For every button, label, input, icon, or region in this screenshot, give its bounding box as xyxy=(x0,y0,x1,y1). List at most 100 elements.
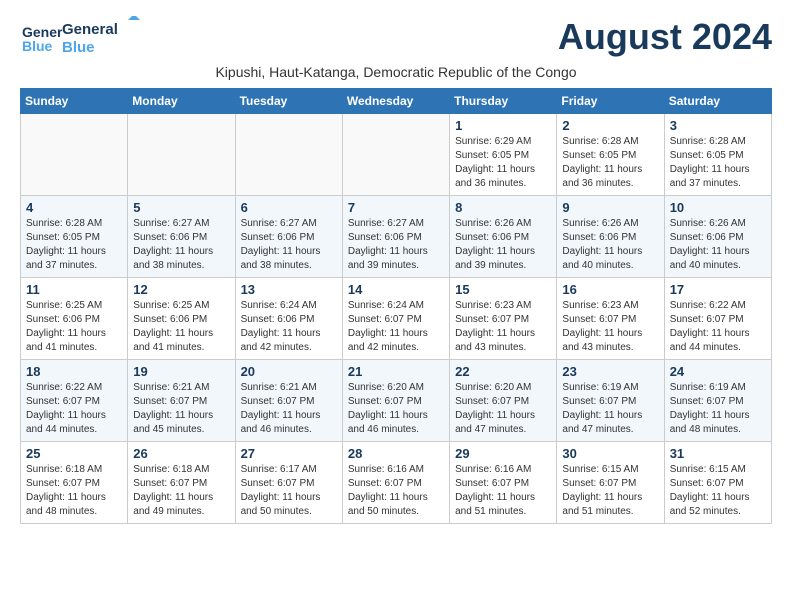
calendar-cell: 30 Sunrise: 6:15 AM Sunset: 6:07 PM Dayli… xyxy=(557,442,664,524)
cell-info: Sunrise: 6:25 AM Sunset: 6:06 PM Dayligh… xyxy=(26,299,122,355)
cell-info: Sunrise: 6:26 AM Sunset: 6:06 PM Dayligh… xyxy=(455,217,551,273)
day-number: 21 xyxy=(348,364,444,379)
calendar-cell: 26 Sunrise: 6:18 AM Sunset: 6:07 PM Dayli… xyxy=(128,442,235,524)
day-number: 31 xyxy=(670,446,766,461)
day-number: 12 xyxy=(133,282,229,297)
svg-text:Blue: Blue xyxy=(22,38,53,54)
day-number: 17 xyxy=(670,282,766,297)
header-row: SundayMondayTuesdayWednesdayThursdayFrid… xyxy=(21,89,772,114)
calendar-body: 1 Sunrise: 6:29 AM Sunset: 6:05 PM Daylig… xyxy=(21,114,772,524)
day-number: 7 xyxy=(348,200,444,215)
calendar-cell: 27 Sunrise: 6:17 AM Sunset: 6:07 PM Dayli… xyxy=(235,442,342,524)
cell-info: Sunrise: 6:18 AM Sunset: 6:07 PM Dayligh… xyxy=(26,463,122,519)
calendar-cell: 28Sunrise: 6:16 AM Sunset: 6:07 PM Dayli… xyxy=(342,442,449,524)
calendar-cell xyxy=(21,114,128,196)
cell-info: Sunrise: 6:24 AM Sunset: 6:07 PM Dayligh… xyxy=(348,299,444,355)
calendar-cell: 17 Sunrise: 6:22 AM Sunset: 6:07 PM Dayli… xyxy=(664,278,771,360)
calendar-header: SundayMondayTuesdayWednesdayThursdayFrid… xyxy=(21,89,772,114)
calendar-cell: 1 Sunrise: 6:29 AM Sunset: 6:05 PM Daylig… xyxy=(450,114,557,196)
cell-info: Sunrise: 6:17 AM Sunset: 6:07 PM Dayligh… xyxy=(241,463,337,519)
calendar-cell: 13 Sunrise: 6:24 AM Sunset: 6:06 PM Dayli… xyxy=(235,278,342,360)
col-header-monday: Monday xyxy=(128,89,235,114)
day-number: 15 xyxy=(455,282,551,297)
calendar-cell: 16Sunrise: 6:23 AM Sunset: 6:07 PM Dayli… xyxy=(557,278,664,360)
calendar-cell: 8 Sunrise: 6:26 AM Sunset: 6:06 PM Daylig… xyxy=(450,196,557,278)
calendar-cell: 10 Sunrise: 6:26 AM Sunset: 6:06 PM Dayli… xyxy=(664,196,771,278)
cell-info: Sunrise: 6:16 AM Sunset: 6:07 PM Dayligh… xyxy=(455,463,551,519)
calendar-cell xyxy=(342,114,449,196)
day-number: 14 xyxy=(348,282,444,297)
calendar-subtitle: Kipushi, Haut-Katanga, Democratic Republ… xyxy=(20,64,772,80)
calendar-cell: 5 Sunrise: 6:27 AM Sunset: 6:06 PM Daylig… xyxy=(128,196,235,278)
calendar-cell: 9 Sunrise: 6:26 AM Sunset: 6:06 PM Daylig… xyxy=(557,196,664,278)
day-number: 9 xyxy=(562,200,658,215)
calendar-cell: 19Sunrise: 6:21 AM Sunset: 6:07 PM Dayli… xyxy=(128,360,235,442)
day-number: 20 xyxy=(241,364,337,379)
cell-info: Sunrise: 6:23 AM Sunset: 6:07 PM Dayligh… xyxy=(455,299,551,355)
cell-info: Sunrise: 6:28 AM Sunset: 6:05 PM Dayligh… xyxy=(26,217,122,273)
cell-info: Sunrise: 6:22 AM Sunset: 6:07 PM Dayligh… xyxy=(670,299,766,355)
cell-info: Sunrise: 6:18 AM Sunset: 6:07 PM Dayligh… xyxy=(133,463,229,519)
cell-info: Sunrise: 6:26 AM Sunset: 6:06 PM Dayligh… xyxy=(562,217,658,273)
week-row-1: 1 Sunrise: 6:29 AM Sunset: 6:05 PM Daylig… xyxy=(21,114,772,196)
calendar-cell: 23 Sunrise: 6:19 AM Sunset: 6:07 PM Dayli… xyxy=(557,360,664,442)
cell-info: Sunrise: 6:28 AM Sunset: 6:05 PM Dayligh… xyxy=(562,135,658,191)
cell-info: Sunrise: 6:22 AM Sunset: 6:07 PM Dayligh… xyxy=(26,381,122,437)
day-number: 10 xyxy=(670,200,766,215)
logo: General Blue General Blue xyxy=(20,16,142,60)
col-header-friday: Friday xyxy=(557,89,664,114)
header: General Blue General Blue August 2024 xyxy=(20,16,772,60)
calendar-cell: 24Sunrise: 6:19 AM Sunset: 6:07 PM Dayli… xyxy=(664,360,771,442)
col-header-wednesday: Wednesday xyxy=(342,89,449,114)
logo-icon: General Blue xyxy=(20,17,62,59)
logo-text-svg: General Blue xyxy=(62,16,142,60)
day-number: 5 xyxy=(133,200,229,215)
day-number: 3 xyxy=(670,118,766,133)
day-number: 26 xyxy=(133,446,229,461)
calendar-cell: 3Sunrise: 6:28 AM Sunset: 6:05 PM Daylig… xyxy=(664,114,771,196)
day-number: 29 xyxy=(455,446,551,461)
day-number: 30 xyxy=(562,446,658,461)
calendar-cell: 22Sunrise: 6:20 AM Sunset: 6:07 PM Dayli… xyxy=(450,360,557,442)
day-number: 1 xyxy=(455,118,551,133)
calendar-cell: 31 Sunrise: 6:15 AM Sunset: 6:07 PM Dayli… xyxy=(664,442,771,524)
calendar-table: SundayMondayTuesdayWednesdayThursdayFrid… xyxy=(20,88,772,524)
cell-info: Sunrise: 6:26 AM Sunset: 6:06 PM Dayligh… xyxy=(670,217,766,273)
calendar-cell xyxy=(235,114,342,196)
day-number: 8 xyxy=(455,200,551,215)
col-header-sunday: Sunday xyxy=(21,89,128,114)
calendar-cell: 25 Sunrise: 6:18 AM Sunset: 6:07 PM Dayli… xyxy=(21,442,128,524)
calendar-cell: 2Sunrise: 6:28 AM Sunset: 6:05 PM Daylig… xyxy=(557,114,664,196)
calendar-cell: 14 Sunrise: 6:24 AM Sunset: 6:07 PM Dayli… xyxy=(342,278,449,360)
day-number: 16 xyxy=(562,282,658,297)
col-header-saturday: Saturday xyxy=(664,89,771,114)
calendar-cell: 29 Sunrise: 6:16 AM Sunset: 6:07 PM Dayli… xyxy=(450,442,557,524)
cell-info: Sunrise: 6:25 AM Sunset: 6:06 PM Dayligh… xyxy=(133,299,229,355)
cell-info: Sunrise: 6:19 AM Sunset: 6:07 PM Dayligh… xyxy=(562,381,658,437)
month-title: August 2024 xyxy=(558,16,772,58)
day-number: 25 xyxy=(26,446,122,461)
day-number: 23 xyxy=(562,364,658,379)
cell-info: Sunrise: 6:15 AM Sunset: 6:07 PM Dayligh… xyxy=(670,463,766,519)
day-number: 27 xyxy=(241,446,337,461)
cell-info: Sunrise: 6:29 AM Sunset: 6:05 PM Dayligh… xyxy=(455,135,551,191)
day-number: 18 xyxy=(26,364,122,379)
svg-text:Blue: Blue xyxy=(62,39,95,56)
cell-info: Sunrise: 6:20 AM Sunset: 6:07 PM Dayligh… xyxy=(348,381,444,437)
week-row-4: 18 Sunrise: 6:22 AM Sunset: 6:07 PM Dayli… xyxy=(21,360,772,442)
day-number: 13 xyxy=(241,282,337,297)
cell-info: Sunrise: 6:27 AM Sunset: 6:06 PM Dayligh… xyxy=(133,217,229,273)
calendar-cell: 6Sunrise: 6:27 AM Sunset: 6:06 PM Daylig… xyxy=(235,196,342,278)
cell-info: Sunrise: 6:19 AM Sunset: 6:07 PM Dayligh… xyxy=(670,381,766,437)
cell-info: Sunrise: 6:15 AM Sunset: 6:07 PM Dayligh… xyxy=(562,463,658,519)
cell-info: Sunrise: 6:27 AM Sunset: 6:06 PM Dayligh… xyxy=(241,217,337,273)
cell-info: Sunrise: 6:24 AM Sunset: 6:06 PM Dayligh… xyxy=(241,299,337,355)
day-number: 19 xyxy=(133,364,229,379)
cell-info: Sunrise: 6:21 AM Sunset: 6:07 PM Dayligh… xyxy=(241,381,337,437)
calendar-cell: 7Sunrise: 6:27 AM Sunset: 6:06 PM Daylig… xyxy=(342,196,449,278)
day-number: 22 xyxy=(455,364,551,379)
calendar-cell: 11Sunrise: 6:25 AM Sunset: 6:06 PM Dayli… xyxy=(21,278,128,360)
svg-text:General: General xyxy=(62,21,118,38)
cell-info: Sunrise: 6:16 AM Sunset: 6:07 PM Dayligh… xyxy=(348,463,444,519)
calendar-cell: 18 Sunrise: 6:22 AM Sunset: 6:07 PM Dayli… xyxy=(21,360,128,442)
